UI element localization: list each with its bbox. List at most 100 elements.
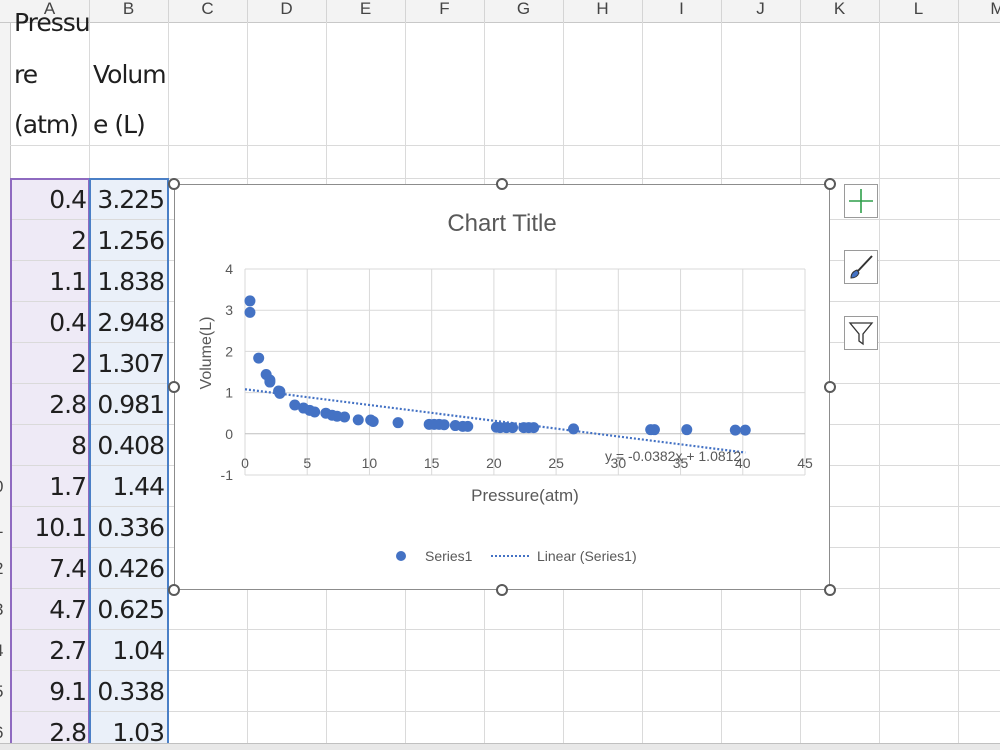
data-point[interactable]	[462, 420, 474, 432]
data-point[interactable]	[568, 423, 580, 435]
resize-handle-right[interactable]	[824, 381, 836, 393]
data-point[interactable]	[648, 424, 660, 436]
header-cell-a-line3[interactable]: (atm)	[14, 110, 79, 139]
cell-a[interactable]: 8	[12, 431, 87, 460]
data-point[interactable]	[681, 424, 693, 436]
chart-elements-button[interactable]	[844, 184, 878, 218]
data-point[interactable]	[264, 376, 276, 388]
cell-a[interactable]: 7.4	[12, 554, 87, 583]
data-point[interactable]	[729, 424, 741, 436]
data-point[interactable]	[253, 352, 265, 364]
x-axis-label[interactable]: Pressure(atm)	[471, 486, 579, 505]
cell-b[interactable]: 1.04	[90, 636, 165, 665]
cell-a[interactable]: 9.1	[12, 677, 87, 706]
horizontal-scrollbar[interactable]	[0, 743, 1000, 750]
cell-b[interactable]: 0.408	[90, 431, 165, 460]
y-tick-label: 1	[225, 385, 233, 401]
cell-a[interactable]: 0.4	[12, 185, 87, 214]
resize-handle-bottom-left[interactable]	[168, 584, 180, 596]
x-tick-label: 10	[362, 455, 378, 471]
chart-points	[244, 295, 751, 436]
cell-b[interactable]: 3.225	[90, 185, 165, 214]
cell-a[interactable]: 2.7	[12, 636, 87, 665]
data-point[interactable]	[739, 424, 751, 436]
data-point[interactable]	[244, 306, 256, 318]
header-cell-b-line1[interactable]: Volum	[93, 60, 167, 89]
data-point[interactable]	[528, 422, 540, 434]
cell-b[interactable]: 0.336	[90, 513, 165, 542]
cell-b[interactable]: 1.307	[90, 349, 165, 378]
x-tick-label: 25	[548, 455, 564, 471]
cell-a[interactable]: 2	[12, 349, 87, 378]
resize-handle-top[interactable]	[496, 178, 508, 190]
data-point[interactable]	[309, 406, 321, 418]
resize-handle-top-right[interactable]	[824, 178, 836, 190]
cell-a[interactable]: 2.8	[12, 390, 87, 419]
row-number[interactable]: 2	[0, 559, 8, 579]
column-header-l[interactable]: L	[879, 0, 959, 22]
chart-title[interactable]: Chart Title	[447, 210, 556, 237]
resize-handle-top-left[interactable]	[168, 178, 180, 190]
data-point[interactable]	[274, 387, 286, 399]
cell-b[interactable]: 0.981	[90, 390, 165, 419]
column-header-g[interactable]: G	[484, 0, 564, 22]
column-header-c[interactable]: C	[168, 0, 248, 22]
trendline-equation[interactable]: y = -0.0382x + 1.0812	[605, 448, 741, 464]
y-tick-label: 2	[225, 343, 233, 359]
row-number[interactable]: 0	[0, 477, 8, 497]
column-header-j[interactable]: J	[721, 0, 801, 22]
column-header-h[interactable]: H	[563, 0, 643, 22]
y-tick-label: 4	[225, 261, 233, 277]
cell-b[interactable]: 0.426	[90, 554, 165, 583]
cell-a[interactable]: 2	[12, 226, 87, 255]
y-axis-label[interactable]: Volume(L)	[198, 317, 215, 390]
row-number[interactable]: 1	[0, 518, 8, 538]
data-point[interactable]	[507, 422, 519, 434]
column-header-b[interactable]: B	[89, 0, 169, 22]
column-header-f[interactable]: F	[405, 0, 485, 22]
data-point[interactable]	[244, 295, 256, 307]
header-cell-a-line2[interactable]: re	[14, 60, 38, 89]
cell-b[interactable]: 0.338	[90, 677, 165, 706]
chart-styles-button[interactable]	[844, 250, 878, 284]
header-cell-a-line1[interactable]: Pressu	[14, 8, 91, 37]
chart-filters-button[interactable]	[844, 316, 878, 350]
data-point[interactable]	[367, 415, 379, 427]
cell-a[interactable]: 1.7	[12, 472, 87, 501]
column-header-m[interactable]: M	[958, 0, 1000, 22]
row-number[interactable]: 4	[0, 641, 8, 661]
cell-a[interactable]: 10.1	[12, 513, 87, 542]
row-number[interactable]: 6	[0, 723, 8, 743]
legend-label-series1[interactable]: Series1	[425, 548, 473, 564]
resize-handle-bottom-right[interactable]	[824, 584, 836, 596]
resize-handle-bottom[interactable]	[496, 584, 508, 596]
data-point[interactable]	[438, 419, 450, 431]
trendline-line[interactable]	[244, 388, 746, 454]
data-point[interactable]	[392, 417, 404, 429]
cell-b[interactable]: 1.256	[90, 226, 165, 255]
cell-a[interactable]: 1.1	[12, 267, 87, 296]
chart-area[interactable]: 0 5 10 15 20 25 30 35 40 45 -1 0 1 2 3 4 Chart Title Pr…	[174, 184, 830, 590]
cell-b[interactable]: 0.625	[90, 595, 165, 624]
x-tick-label: 0	[241, 455, 249, 471]
data-point[interactable]	[352, 414, 364, 426]
cell-a[interactable]: 4.7	[12, 595, 87, 624]
column-header-d[interactable]: D	[247, 0, 327, 22]
row-number[interactable]: 5	[0, 682, 8, 702]
cell-b[interactable]: 1.44	[90, 472, 165, 501]
cell-a[interactable]: 0.4	[12, 308, 87, 337]
grid-line	[10, 145, 1000, 146]
header-cell-b-line2[interactable]: e (L)	[93, 110, 146, 139]
cell-b[interactable]: 1.838	[90, 267, 165, 296]
funnel-icon	[848, 322, 874, 346]
resize-handle-left[interactable]	[168, 381, 180, 393]
legend-label-trendline[interactable]: Linear (Series1)	[537, 548, 637, 564]
spreadsheet[interactable]: A B C D E F G H I J K L M 0 1 2 3 4 5 6	[0, 0, 1000, 750]
column-header-i[interactable]: I	[642, 0, 722, 22]
column-header-e[interactable]: E	[326, 0, 406, 22]
plus-icon	[849, 189, 873, 213]
data-point[interactable]	[339, 411, 351, 423]
row-number[interactable]: 3	[0, 600, 8, 620]
column-header-k[interactable]: K	[800, 0, 880, 22]
cell-b[interactable]: 2.948	[90, 308, 165, 337]
